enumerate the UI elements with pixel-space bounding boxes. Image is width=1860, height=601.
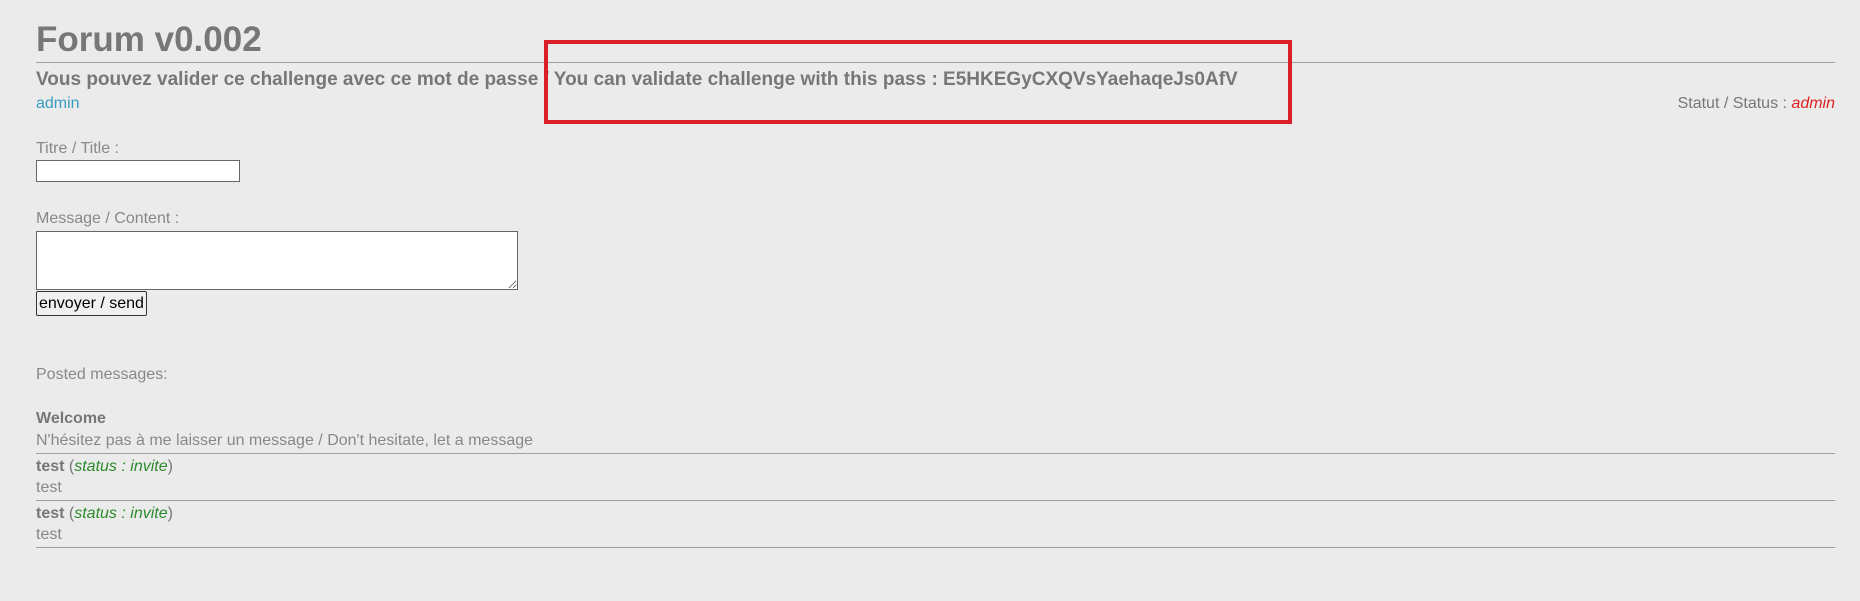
title-divider [36,62,1835,63]
message-content-textarea[interactable] [36,231,518,290]
send-button[interactable]: envoyer / send [36,291,147,316]
user-status: Statut / Status : admin [1678,93,1835,115]
forum-page: Forum v0.002 Vous pouvez valider ce chal… [36,0,1835,548]
message-author: test [36,458,65,475]
message-item: test (status : invite) test [36,501,1835,548]
post-form: Titre / Title : Message / Content : envo… [36,139,1835,316]
content-field-label: Message / Content : [36,210,180,227]
message-status-value: invite [130,458,168,475]
message-author: test [36,505,65,522]
posted-messages-heading: Posted messages: [36,366,168,383]
message-status-prefix: status : [74,458,131,475]
message-title: Welcome [36,410,106,427]
title-field-label: Titre / Title : [36,140,119,157]
message-list: Welcome N'hésitez pas à me laisser un me… [36,406,1835,548]
message-status-value: invite [130,505,168,522]
message-status-prefix: status : [74,505,131,522]
message-item: test (status : invite) test [36,454,1835,501]
status-value: admin [1791,95,1835,112]
validation-message: Vous pouvez valider ce challenge avec ce… [36,69,1238,90]
user-bar: admin Statut / Status : admin [36,93,1835,115]
message-body: test [36,526,62,543]
message-body: N'hésitez pas à me laisser un message / … [36,432,534,449]
status-label: Statut / Status : [1677,95,1792,112]
page-title: Forum v0.002 [36,20,262,59]
username-link[interactable]: admin [36,93,80,115]
title-input[interactable] [36,160,240,182]
message-body: test [36,479,62,496]
message-item: Welcome N'hésitez pas à me laisser un me… [36,406,1835,454]
